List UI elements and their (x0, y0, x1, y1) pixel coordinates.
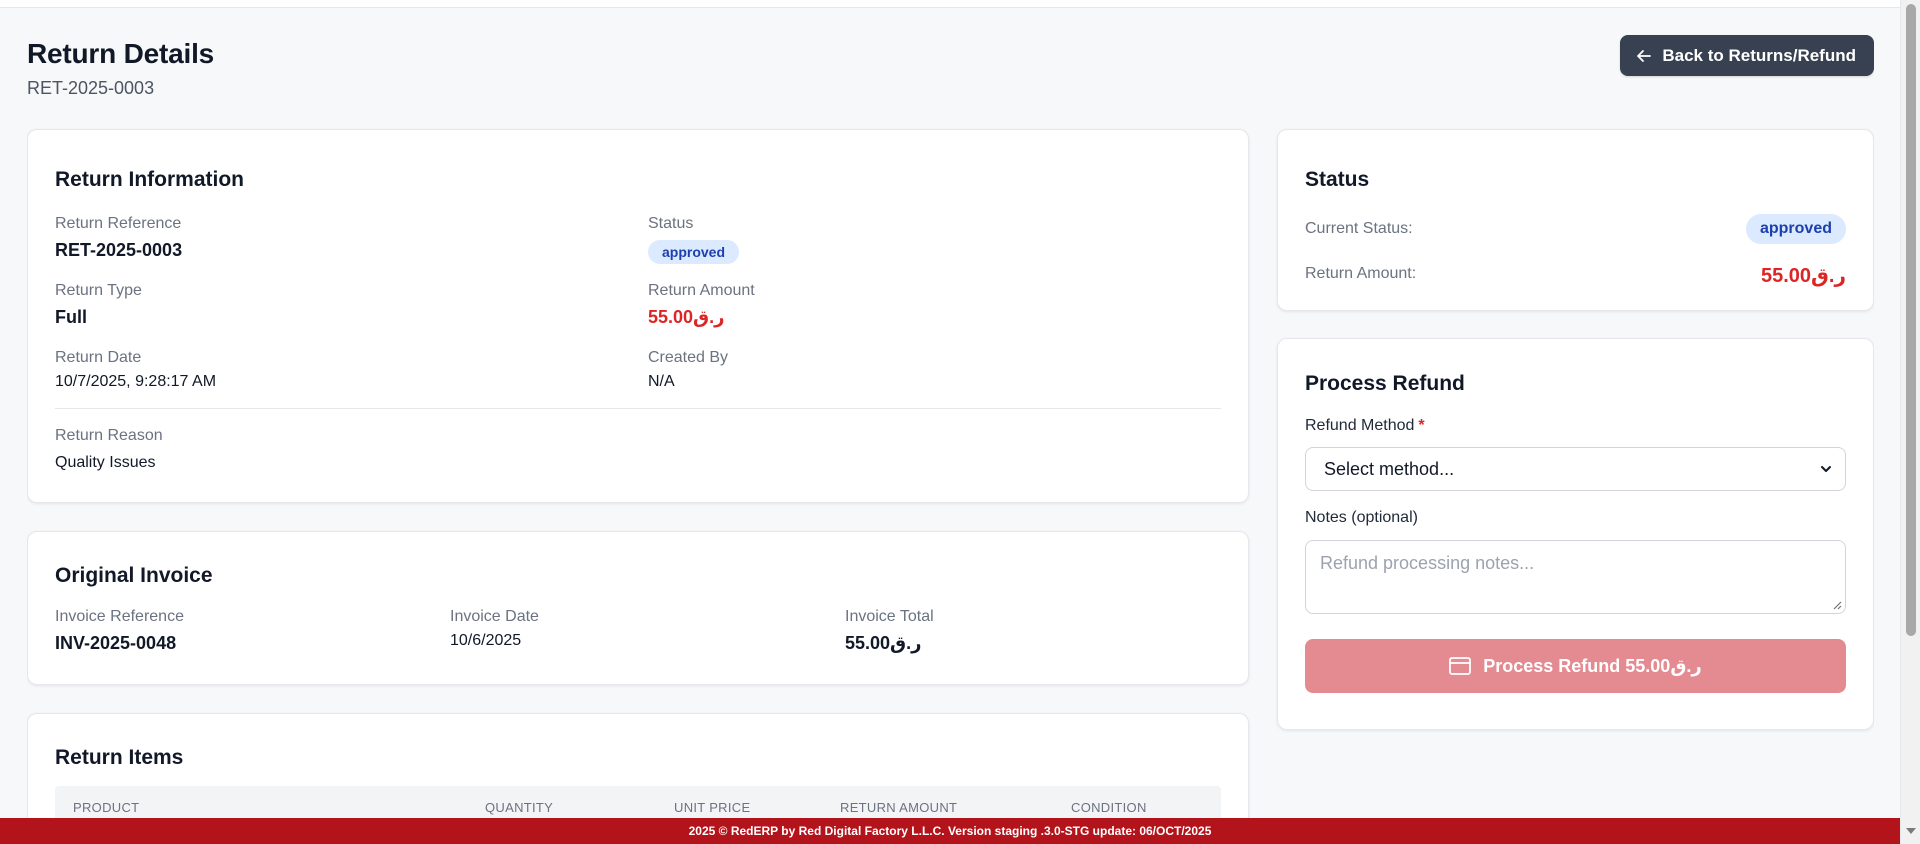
refund-method-selected-value: Select method... (1324, 458, 1455, 479)
return-reference-label: Return Reference (55, 215, 182, 232)
chevron-down-icon (1821, 466, 1831, 472)
footer-bar: 2025 © RedERP by Red Digital Factory L.L… (0, 818, 1900, 844)
created-by-value: N/A (648, 373, 675, 390)
column-header-condition: CONDITION (1071, 800, 1147, 815)
process-refund-button-label: Process Refund 55.00ر.ق (1483, 655, 1702, 676)
return-information-title: Return Information (55, 168, 244, 191)
created-by-label: Created By (648, 349, 729, 366)
return-information-card: Return Information Return Reference RET-… (27, 129, 1249, 503)
invoice-date-label: Invoice Date (450, 608, 539, 625)
return-items-card: Return Items PRODUCT QUANTITY UNIT PRICE… (27, 713, 1249, 818)
status-card-title: Status (1305, 168, 1370, 191)
main-content: Return Details RET-2025-0003 Back to Ret… (27, 8, 1874, 818)
process-refund-card: Process Refund Refund Method * Select met… (1277, 338, 1874, 730)
return-type-label: Return Type (55, 282, 142, 299)
scrollbar-thumb[interactable] (1906, 4, 1916, 636)
back-to-returns-button[interactable]: Back to Returns/Refund (1620, 35, 1874, 76)
footer-copyright-text: 2025 © RedERP by Red Digital Factory L.L… (688, 824, 1212, 838)
return-amount-label: Return Amount (648, 282, 755, 299)
status-return-amount-value: 55.00ر.ق (1760, 265, 1846, 287)
invoice-total-value: 55.00ر.ق (845, 633, 922, 653)
process-refund-button[interactable]: Process Refund 55.00ر.ق (1305, 639, 1846, 693)
invoice-date-value: 10/6/2025 (450, 632, 522, 649)
page-subtitle-reference: RET-2025-0003 (27, 78, 155, 98)
current-status-label: Current Status: (1305, 220, 1413, 237)
status-badge: approved (648, 240, 740, 264)
refund-method-select[interactable]: Select method... (1305, 447, 1846, 491)
page-scrollbar[interactable] (1900, 0, 1920, 844)
return-amount-value: 55.00ر.ق (648, 307, 725, 327)
status-label: Status (648, 215, 694, 232)
current-status-badge: approved (1745, 214, 1846, 244)
return-items-title: Return Items (55, 746, 184, 769)
invoice-total-label: Invoice Total (845, 608, 934, 625)
invoice-reference-label: Invoice Reference (55, 608, 184, 625)
column-header-return-amount: RETURN AMOUNT (840, 800, 958, 815)
refund-method-label: Refund Method * (1305, 417, 1425, 435)
return-reason-label: Return Reason (55, 427, 163, 444)
top-bar (0, 0, 1900, 8)
column-header-quantity: QUANTITY (485, 800, 554, 815)
invoice-reference-value: INV-2025-0048 (55, 633, 177, 653)
credit-card-icon (1449, 657, 1472, 675)
status-return-amount-label: Return Amount: (1305, 265, 1417, 282)
status-card: Status Current Status: approved Return A… (1277, 129, 1874, 311)
arrow-left-icon (1637, 49, 1652, 62)
return-type-value: Full (55, 307, 87, 327)
original-invoice-card: Original Invoice Invoice Reference INV-2… (27, 531, 1249, 685)
notes-label: Notes (optional) (1305, 509, 1418, 526)
refund-notes-placeholder: Refund processing notes... (1320, 553, 1535, 573)
page-title: Return Details (27, 38, 215, 69)
column-header-unit-price: UNIT PRICE (674, 800, 751, 815)
return-date-label: Return Date (55, 349, 142, 366)
refund-method-label-text: Refund Method (1305, 417, 1415, 434)
section-divider (55, 408, 1221, 409)
return-reason-value: Quality Issues (55, 454, 156, 471)
return-items-table-header: PRODUCT QUANTITY UNIT PRICE RETURN AMOUN… (55, 786, 1221, 818)
required-marker: * (1418, 417, 1425, 434)
original-invoice-title: Original Invoice (55, 564, 213, 587)
scroll-down-arrow-icon[interactable] (1905, 826, 1917, 836)
refund-notes-textarea[interactable]: Refund processing notes... (1305, 540, 1846, 614)
return-date-value: 10/7/2025, 9:28:17 AM (55, 373, 217, 390)
resize-handle-icon[interactable] (1832, 600, 1842, 610)
column-header-product: PRODUCT (73, 800, 140, 815)
return-reference-value: RET-2025-0003 (55, 240, 183, 260)
back-button-label: Back to Returns/Refund (1662, 45, 1856, 65)
process-refund-title: Process Refund (1305, 372, 1465, 395)
